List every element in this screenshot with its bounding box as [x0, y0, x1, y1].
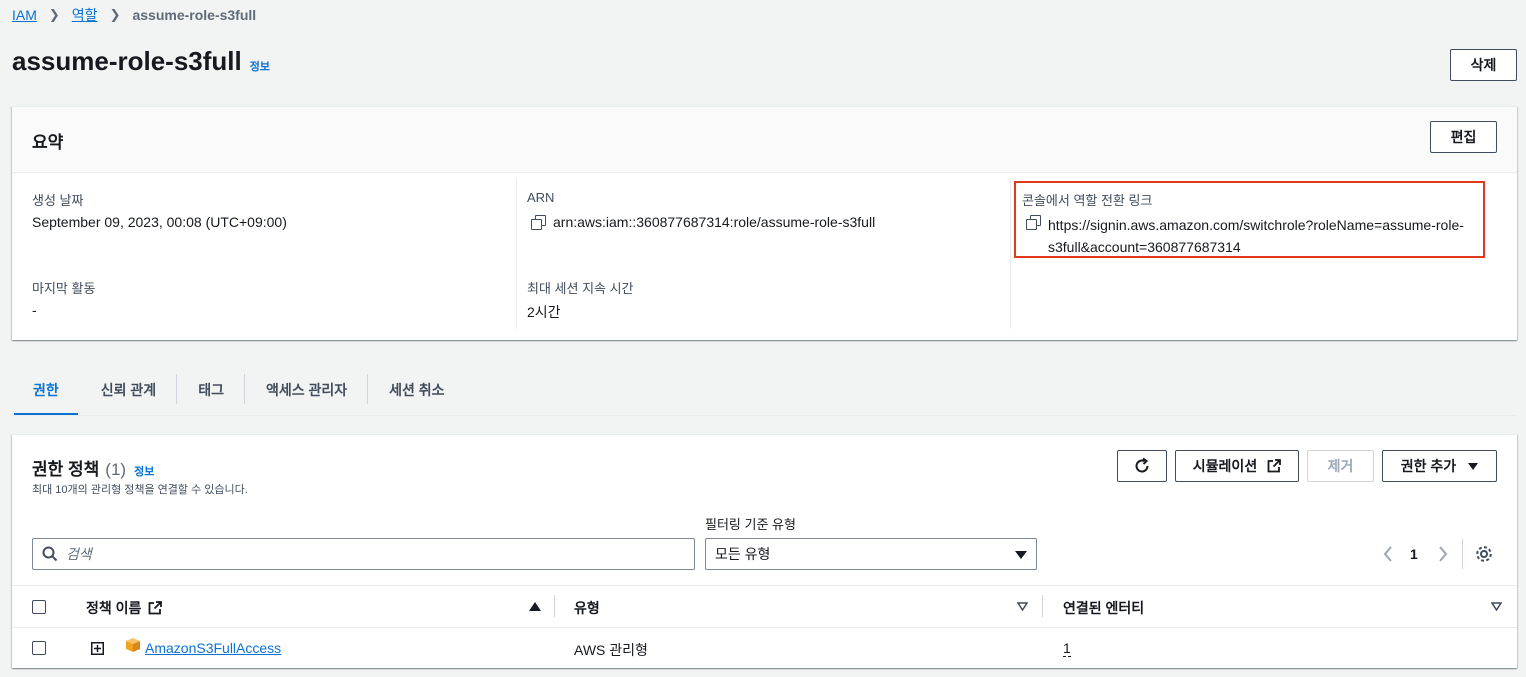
- switch-role-link-label: 콘솔에서 역할 전환 링크: [1022, 193, 1153, 208]
- select-all-checkbox[interactable]: [32, 600, 46, 614]
- filter-type-value: 모든 유형: [715, 546, 771, 562]
- page-title: assume-role-s3full: [12, 46, 242, 76]
- arn-value: arn:aws:iam::360877687314:role/assume-ro…: [553, 214, 876, 230]
- caret-down-icon: [1015, 551, 1027, 559]
- simulate-button[interactable]: 시뮬레이션: [1175, 450, 1299, 482]
- page-title-row: assume-role-s3full 정보: [12, 46, 270, 77]
- sort-ascending-icon[interactable]: [529, 602, 541, 611]
- summary-panel: 요약 편집 생성 날짜 September 09, 2023, 00:08 (U…: [12, 106, 1517, 340]
- max-session-value: 2시간: [527, 304, 561, 320]
- simulate-label: 시뮬레이션: [1192, 458, 1258, 474]
- filter-type-select[interactable]: 모든 유형: [705, 538, 1037, 570]
- policy-name-link[interactable]: AmazonS3FullAccess: [145, 640, 281, 656]
- copy-icon[interactable]: [1026, 215, 1041, 230]
- summary-title: 요약: [32, 133, 64, 152]
- policies-title-row: 권한 정책 (1) 정보: [32, 455, 154, 480]
- table-header-top-border: [12, 585, 1517, 586]
- tab-label: 세션 취소: [389, 382, 445, 398]
- search-icon: [42, 546, 58, 562]
- chevron-right-icon: ❯: [48, 7, 60, 22]
- tab-trust-relationships[interactable]: 신뢰 관계: [80, 364, 178, 416]
- add-permissions-button[interactable]: 권한 추가: [1382, 450, 1497, 482]
- tab-revoke-sessions[interactable]: 세션 취소: [368, 364, 465, 416]
- tab-label: 태그: [198, 382, 224, 398]
- breadcrumb-roles-link[interactable]: 역할: [72, 5, 98, 25]
- column-header-type[interactable]: 유형: [574, 598, 600, 618]
- search-placeholder: 검색: [66, 546, 92, 562]
- column-divider: [516, 179, 517, 329]
- edit-button[interactable]: 편집: [1430, 121, 1497, 153]
- column-separator: [554, 595, 555, 617]
- arn-label: ARN: [527, 190, 555, 205]
- page-info-link[interactable]: 정보: [250, 58, 270, 74]
- tab-underline: [12, 415, 1517, 416]
- refresh-icon: [1135, 457, 1149, 473]
- sort-caret-icon[interactable]: [1017, 602, 1028, 611]
- external-link-icon: [1267, 459, 1282, 473]
- last-activity-value: -: [32, 302, 37, 318]
- arn-row: arn:aws:iam::360877687314:role/assume-ro…: [531, 214, 875, 230]
- permissions-policies-panel: 권한 정책 (1) 정보 최대 10개의 관리형 정책을 연결할 수 있습니다.…: [12, 434, 1517, 668]
- search-input[interactable]: 검색: [32, 538, 695, 570]
- tab-label: 권한: [33, 382, 59, 398]
- delete-button[interactable]: 삭제: [1450, 49, 1517, 81]
- table-row: AmazonS3FullAccess AWS 관리형 1: [12, 628, 1517, 669]
- tab-label: 액세스 관리자: [265, 382, 348, 398]
- policy-type-value: AWS 관리형: [574, 642, 648, 658]
- max-session-label: 최대 세션 지속 시간: [527, 281, 634, 296]
- tab-tags[interactable]: 태그: [177, 364, 245, 416]
- add-permissions-label: 권한 추가: [1400, 458, 1457, 474]
- column-separator: [1042, 595, 1043, 617]
- created-date-label: 생성 날짜: [32, 193, 84, 208]
- remove-button[interactable]: 제거: [1307, 450, 1374, 482]
- switch-role-link-line2[interactable]: s3full&account=360877687314: [1048, 236, 1241, 258]
- policies-count: (1): [105, 460, 127, 479]
- chevron-right-icon: ❯: [109, 7, 121, 22]
- chevron-right-icon[interactable]: [1438, 546, 1448, 562]
- column-divider: [1010, 179, 1011, 329]
- breadcrumb: IAM ❯ 역할 ❯ assume-role-s3full: [12, 6, 256, 24]
- sort-caret-icon[interactable]: [1491, 602, 1502, 611]
- created-date-value: September 09, 2023, 00:08 (UTC+09:00): [32, 214, 287, 230]
- external-link-icon: [149, 601, 163, 615]
- row-checkbox[interactable]: [32, 641, 46, 655]
- chevron-left-icon[interactable]: [1383, 546, 1393, 562]
- column-header-attached-entities[interactable]: 연결된 엔터티: [1063, 598, 1144, 618]
- tab-access-advisor[interactable]: 액세스 관리자: [245, 364, 369, 416]
- last-activity-label: 마지막 활동: [32, 281, 96, 296]
- pagination-divider: [1462, 539, 1463, 569]
- settings-gear-icon[interactable]: [1475, 545, 1493, 563]
- tab-label: 신뢰 관계: [100, 382, 157, 398]
- summary-header: 요약 편집: [12, 107, 1517, 173]
- attached-entities-count[interactable]: 1: [1063, 640, 1071, 657]
- policy-name-header-label: 정책 이름: [86, 600, 142, 616]
- caret-down-icon: [1468, 462, 1479, 470]
- column-header-policy-name[interactable]: 정책 이름: [86, 598, 163, 618]
- tab-permissions[interactable]: 권한: [12, 364, 80, 416]
- expand-plus-icon[interactable]: [91, 642, 104, 655]
- tab-bar: 권한 신뢰 관계 태그 액세스 관리자 세션 취소: [12, 364, 466, 416]
- policies-subtitle: 최대 10개의 관리형 정책을 연결할 수 있습니다.: [32, 484, 248, 496]
- breadcrumb-iam-link[interactable]: IAM: [12, 7, 37, 23]
- page-number[interactable]: 1: [1410, 546, 1418, 562]
- policies-title: 권한 정책: [32, 460, 100, 479]
- policies-info-link[interactable]: 정보: [134, 463, 154, 479]
- filter-type-label: 필터링 기준 유형: [705, 517, 796, 532]
- copy-icon[interactable]: [531, 215, 546, 230]
- aws-managed-policy-icon: [126, 638, 140, 652]
- switch-role-link-line1[interactable]: https://signin.aws.amazon.com/switchrole…: [1048, 214, 1464, 236]
- breadcrumb-current: assume-role-s3full: [132, 7, 257, 23]
- refresh-button[interactable]: [1117, 450, 1167, 482]
